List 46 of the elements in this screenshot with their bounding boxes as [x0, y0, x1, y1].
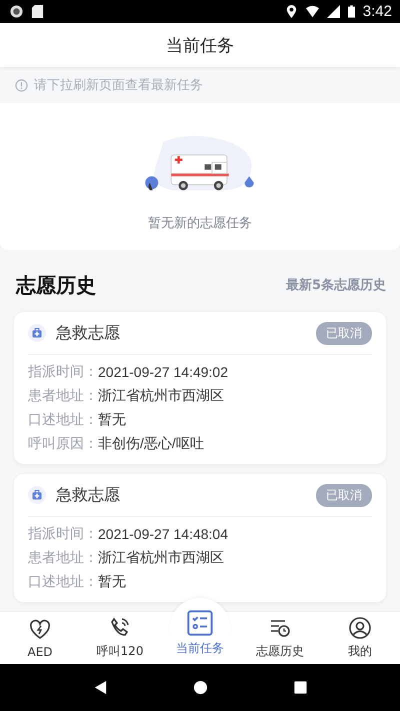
record-type: 急救志愿: [56, 484, 121, 506]
field-label: 指派时间：: [28, 525, 98, 543]
info-icon: [15, 78, 28, 92]
record-icon: [10, 5, 23, 18]
history-card[interactable]: 急救志愿 已取消 指派时间：2021-09-27 14:49:02 患者地址：浙江省杭州市西湖区 口述地址：暂无 呼叫原因：非创伤/恶心/呕吐: [14, 312, 386, 464]
field-label: 患者地址：: [28, 387, 98, 405]
history-card[interactable]: 急救志愿 已取消 指派时间：2021-09-27 14:48:04 患者地址：浙江省杭州市西湖区 口述地址：暂无: [14, 474, 386, 602]
home-icon[interactable]: [192, 680, 208, 695]
battery-icon: [348, 5, 355, 18]
page-title: 当前任务: [166, 34, 234, 56]
status-badge: 已取消: [316, 322, 372, 344]
medical-kit-icon: [28, 486, 46, 504]
field-label: 患者地址：: [28, 549, 98, 567]
section-title: 志愿历史: [16, 272, 96, 298]
recents-icon[interactable]: [292, 680, 308, 695]
field-value: 非创伤/恶心/呕吐: [98, 435, 204, 453]
field-value: 2021-09-27 14:48:04: [98, 526, 228, 542]
wifi-icon: [306, 5, 319, 18]
field-value: 暂无: [98, 573, 126, 591]
tab-item[interactable]: 呼叫120: [80, 612, 160, 664]
tab-item[interactable]: AED: [0, 612, 80, 664]
field-label: 口述地址：: [28, 573, 98, 591]
location-pin-icon: [284, 5, 298, 18]
tab-item[interactable]: 当前任务: [160, 612, 240, 664]
section-subtitle: 最新5条志愿历史: [286, 276, 386, 294]
empty-state-text: 暂无新的志愿任务: [148, 215, 252, 232]
tab-item[interactable]: 我的: [320, 612, 400, 664]
clock-time: 3:42: [362, 3, 392, 20]
field-label: 口述地址：: [28, 411, 98, 429]
field-value: 浙江省杭州市西湖区: [98, 549, 224, 567]
status-badge: 已取消: [316, 484, 372, 506]
user-icon: [348, 616, 372, 640]
field-label: 指派时间：: [28, 363, 98, 381]
checklist-icon: [186, 609, 214, 637]
field-value: 暂无: [98, 411, 126, 429]
field-label: 呼叫原因：: [28, 435, 98, 453]
sd-card-icon: [31, 5, 44, 18]
field-value: 2021-09-27 14:49:02: [98, 364, 228, 380]
back-icon[interactable]: [92, 680, 108, 695]
signal-icon: [326, 5, 340, 18]
field-value: 浙江省杭州市西湖区: [98, 387, 224, 405]
notice-text: 请下拉刷新页面查看最新任务: [34, 77, 203, 94]
tab-item[interactable]: 志愿历史: [240, 612, 320, 664]
medical-kit-icon: [28, 324, 46, 342]
record-type: 急救志愿: [56, 322, 121, 344]
heart-bolt-icon: [28, 618, 52, 642]
